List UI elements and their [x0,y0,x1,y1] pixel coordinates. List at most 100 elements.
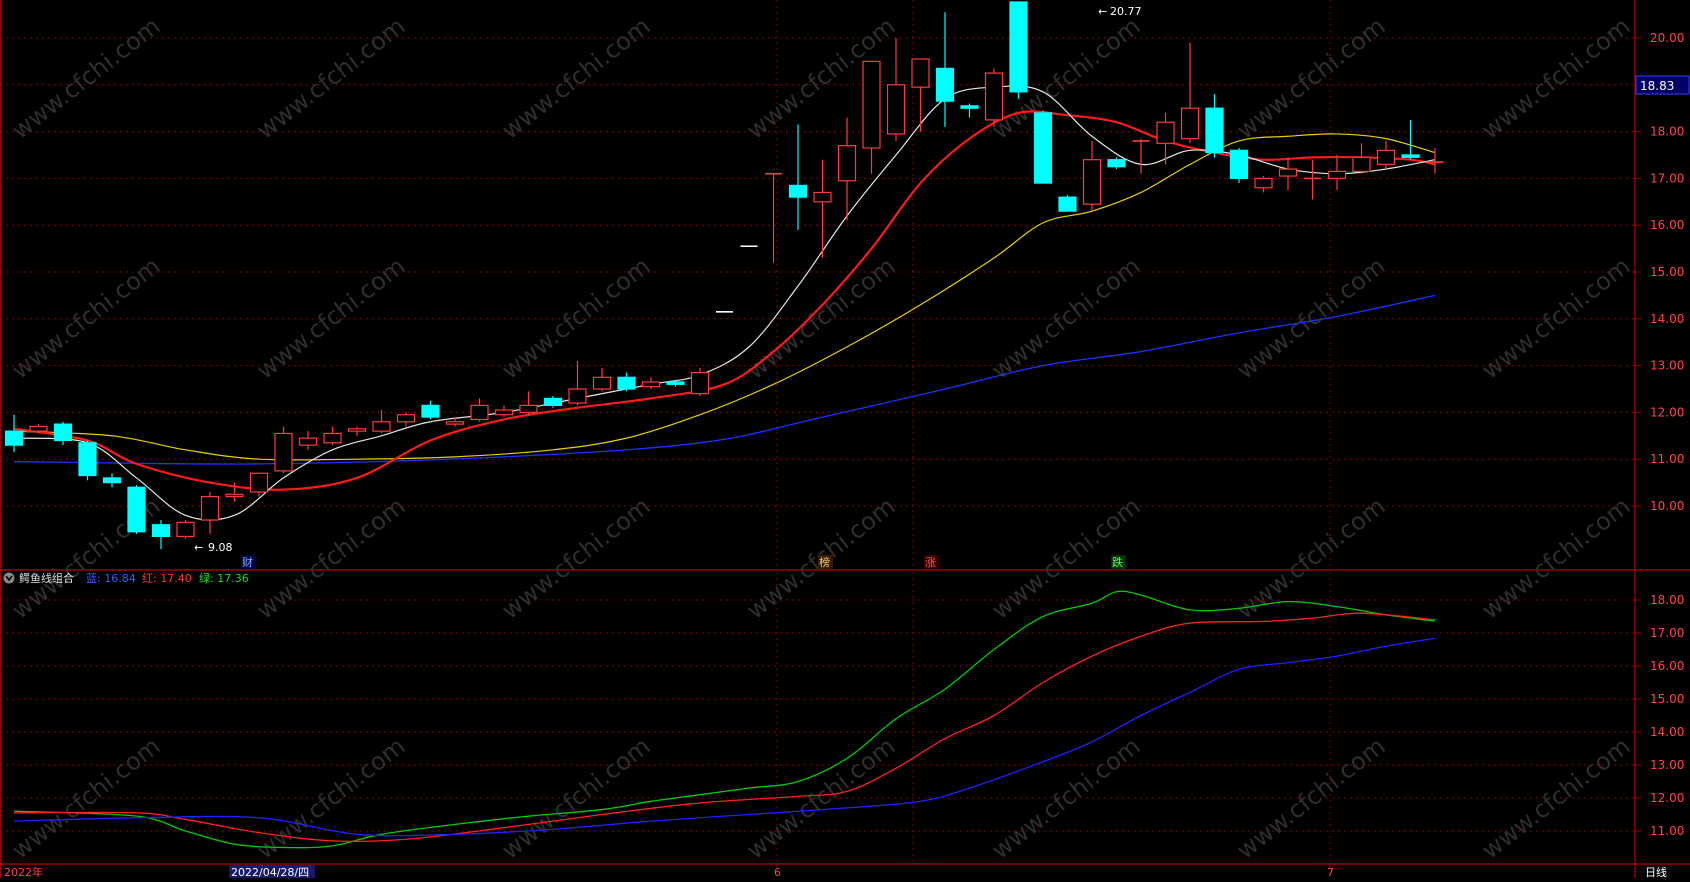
candle-body [274,432,293,472]
watermark-text: www.cfchi.com [986,732,1145,865]
watermark-text: www.cfchi.com [496,12,655,145]
candle[interactable] [347,426,367,436]
candle-body [1205,107,1224,154]
candle[interactable] [421,400,440,420]
candle[interactable] [1058,194,1077,212]
candle-body [886,84,906,135]
candle-body [788,184,808,198]
candle[interactable] [568,360,587,406]
candle[interactable] [543,396,563,408]
candle[interactable] [1254,176,1273,193]
candle[interactable] [78,440,97,481]
price-tick-label: 10.00 [1650,499,1684,513]
candle[interactable] [862,60,881,174]
candle[interactable] [102,473,122,488]
time-label-july: 7 [1327,866,1334,878]
candle[interactable] [1401,119,1420,160]
candle[interactable] [1205,94,1224,158]
candle[interactable] [788,124,808,230]
indicator-lines [13,590,1436,849]
candle[interactable] [1033,110,1053,184]
candle[interactable] [323,426,342,446]
candle[interactable] [765,172,782,263]
candle[interactable] [1132,138,1150,174]
candle[interactable] [1376,140,1396,170]
candle[interactable] [690,367,710,397]
candle[interactable] [617,372,636,392]
high-price-marker: ← [1098,5,1107,18]
candle-body [298,437,318,446]
indicator-red-line [13,612,1436,843]
candle-body [666,381,685,385]
event-marker-finance[interactable]: 财 [242,555,253,569]
time-label-cursor-date: 2022/04/28/四 [231,866,309,878]
collapse-icon[interactable] [3,572,15,584]
candle[interactable] [666,379,685,387]
candle[interactable] [592,367,612,392]
candle[interactable] [4,414,24,453]
candle[interactable] [935,12,955,127]
event-marker-ranking[interactable]: 榜 [819,555,830,569]
candle[interactable] [1304,159,1321,200]
candlestick-series[interactable] [4,1,1444,550]
candle-body [127,486,146,533]
candle[interactable] [1082,140,1102,212]
candle-body [1107,159,1126,168]
candle[interactable] [960,103,979,118]
candle-body [1229,149,1249,180]
candle[interactable] [911,58,930,132]
candle[interactable] [1278,157,1298,191]
watermark-text: www.cfchi.com [1231,12,1390,145]
watermark-text: www.cfchi.com [1476,492,1635,625]
candle[interactable] [984,68,1004,127]
candle-body [470,404,489,421]
event-marker-rise[interactable]: 涨 [925,556,936,569]
indicator-name[interactable]: 鳄鱼线组合 [19,571,74,585]
candle[interactable] [886,38,906,141]
candle[interactable] [176,520,195,539]
candle[interactable] [1180,42,1200,144]
candle[interactable] [641,377,661,389]
period-selector[interactable]: 日线 [1645,865,1667,879]
price-tick-label: 11.00 [1650,452,1684,466]
candle[interactable] [494,405,514,418]
candle-body [53,423,73,442]
candle-body [984,72,1004,121]
candle[interactable] [519,391,538,415]
candle-body [1033,112,1053,184]
candle[interactable] [151,520,171,550]
candle[interactable] [127,484,146,535]
candle-body [690,372,710,395]
indicator-header: 鳄鱼线组合 蓝: 16.84 红: 17.40 绿: 17.36 [3,571,249,585]
event-marker-fall[interactable]: 跌 [1112,555,1123,569]
time-axis: 2022年 2022/04/28/四 6 7 日线 [4,864,1667,879]
candle[interactable] [1352,143,1371,174]
indicator-tick-label: 15.00 [1650,692,1684,706]
candle[interactable] [53,421,73,446]
candle-body [494,409,514,416]
candle-body [347,428,367,432]
stock-chart-window[interactable]: www.cfchi.com www.cfchi.com www.cfchi.com w… [0,0,1690,879]
candle[interactable] [1107,157,1126,170]
indicator-tick-label: 13.00 [1650,758,1684,772]
candle[interactable] [837,117,857,221]
candle-body [641,381,661,388]
candle-body [519,404,538,414]
candle[interactable] [470,398,489,422]
candle[interactable] [298,431,318,450]
candle[interactable] [274,426,293,474]
candle-body [837,145,857,182]
candle[interactable] [1009,1,1028,99]
candle[interactable] [396,412,416,427]
candle[interactable] [372,410,391,434]
high-price-label: 20.77 [1110,5,1142,18]
price-tick-label: 16.00 [1650,218,1684,232]
watermark-text: www.cfchi.com [496,492,655,625]
candle[interactable] [200,491,220,535]
candle[interactable] [1229,147,1249,184]
indicator-red-value: 红: 17.40 [142,572,192,585]
candle[interactable] [1327,155,1347,191]
event-markers[interactable]: 财 榜 涨 跌 [241,555,1126,569]
watermark-text: www.cfchi.com [251,732,410,865]
candle-body [225,493,244,498]
